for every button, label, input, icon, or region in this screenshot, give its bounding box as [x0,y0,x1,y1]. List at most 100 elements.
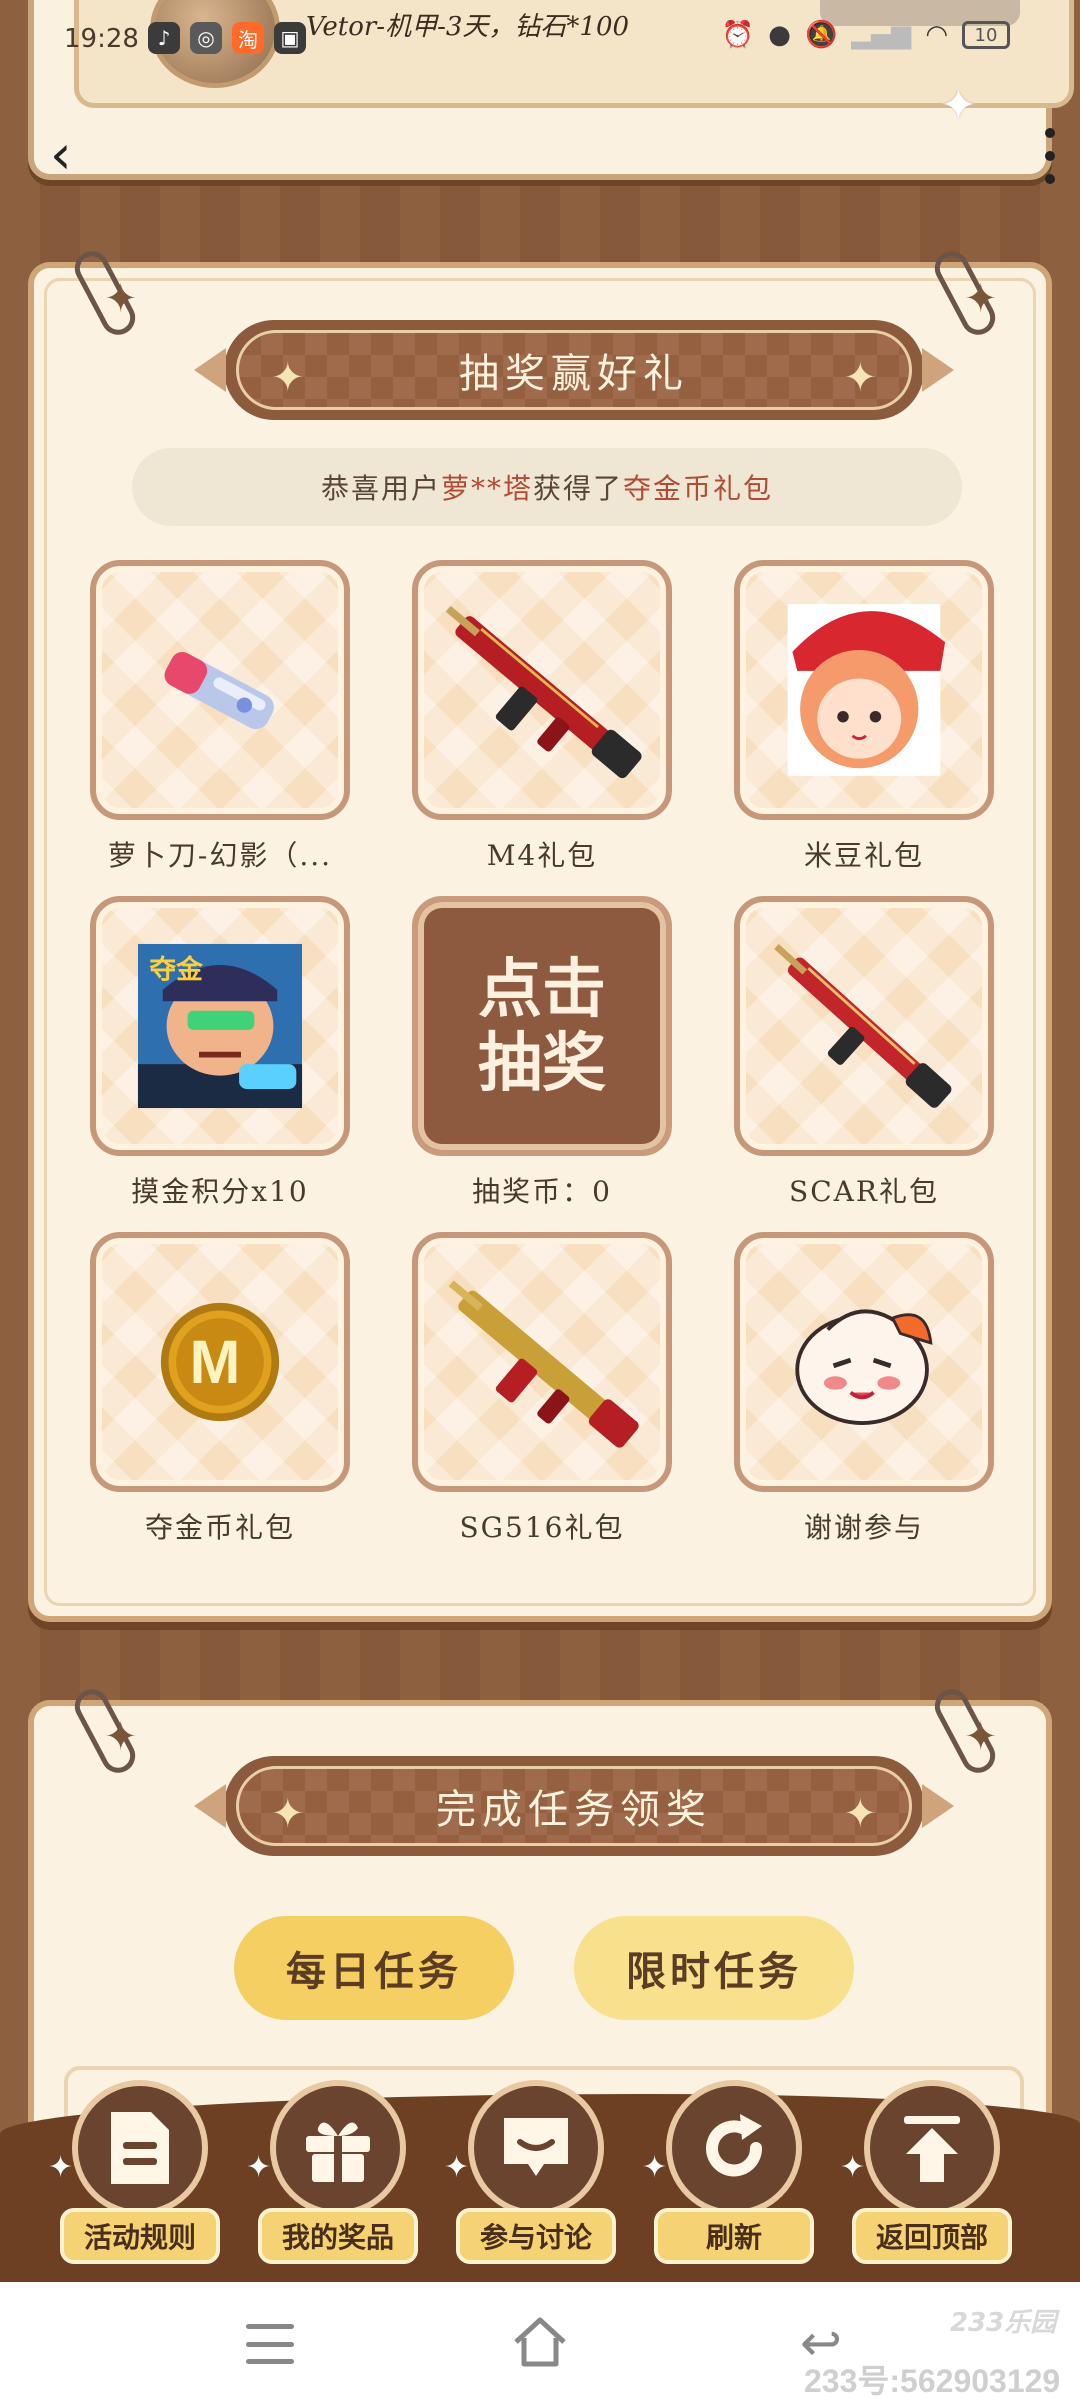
recent-apps-icon[interactable] [246,2324,294,2364]
taobao-icon: 淘 [232,22,264,54]
ticker-prize: 夺金币礼包 [623,472,774,505]
alarm-icon: ⏰ [721,20,755,50]
lottery-title: 抽奖赢好礼 [459,351,689,397]
float-circle [72,2080,208,2216]
draw-button-text: 点击抽奖 [478,953,606,1099]
game-avatar-icon: 夺金 [137,943,303,1109]
tiktok-icon: ♪ [148,22,180,54]
lottery-banner: ✦ 抽奖赢好礼 ✦ [194,320,954,420]
rifle-icon [448,1280,639,1448]
star-icon: ✦ [271,1791,305,1837]
more-button[interactable] [1040,128,1060,184]
refresh-button[interactable]: 刷新 ✦ [642,2080,814,2280]
gift-icon [306,2122,370,2182]
mascot-icon [795,1309,933,1425]
float-circle [666,2080,802,2216]
float-circle [864,2080,1000,2216]
ticker-prefix: 恭喜用户 [320,472,441,505]
wifi-icon: ◠ [925,20,948,50]
status-app-icons: ♪ ◎ 淘 ▣ [148,22,306,54]
float-circle [468,2080,604,2216]
prize-box [90,560,350,820]
signal-icon: ▂▄▆ [851,20,912,50]
prize-item: 夺金 摸金积分x10 [90,896,350,1210]
knife-icon [164,652,274,730]
float-label: 活动规则 [60,2208,220,2264]
watermark-id: 233号:562903129 [804,2363,1061,2399]
ticker-user: 萝**塔 [440,472,533,505]
float-circle [270,2080,406,2216]
prize-label: 谢谢参与 [803,1511,924,1544]
prize-item: 米豆礼包 [734,560,994,874]
safety-pin-icon: ✦ [928,245,1004,341]
prize-item: SG516礼包 [412,1232,672,1546]
prize-label: 摸金积分x10 [131,1175,309,1208]
floating-menu: 活动规则 ✦ 我的奖品 ✦ 参与讨论 ✦ 刷新 ✦ 返回顶部 ✦ [48,2080,1020,2280]
prize-item: SCAR礼包 [734,896,994,1210]
prize-box [412,560,672,820]
prize-item: 点击抽奖 抽奖币：0 [412,896,672,1210]
float-label: 刷新 [654,2208,814,2264]
character-icon [787,604,946,776]
task-banner: ✦ 完成任务领奖 ✦ [194,1756,954,1856]
prize-label: SG516礼包 [459,1511,625,1544]
prize-label: SCAR礼包 [789,1175,939,1208]
watermark-logo: 233乐园 [950,2308,1057,2338]
headset-icon: ◎ [190,22,222,54]
notification-text: Vetor-机甲-3天，钻石*100 [306,12,630,42]
prize-label: 米豆礼包 [803,839,924,872]
prize-label: 萝卜刀-幻影（... [107,839,333,872]
float-label: 参与讨论 [456,2208,616,2264]
float-label: 我的奖品 [258,2208,418,2264]
draw-coin-count: 抽奖币：0 [472,1175,612,1208]
safety-pin-icon: ✦ [68,1683,144,1779]
star-icon: ✦ [271,355,305,401]
task-title: 完成任务领奖 [436,1787,712,1833]
prize-box [734,896,994,1156]
status-right: ⏰ ● 🔕 ▂▄▆ ◠ 10 [722,20,1010,50]
activity-rules-button[interactable]: 活动规则 ✦ [48,2080,220,2280]
prize-label: 夺金币礼包 [144,1511,295,1544]
star-icon: ✦ [843,1791,877,1837]
winner-ticker: 恭喜用户 萝**塔 获得了 夺金币礼包 [132,448,962,526]
back-button[interactable]: ‹ [50,125,90,185]
daily-task-button[interactable]: 每日任务 [234,1916,514,2020]
sparkle-icon: ✦ [48,2150,74,2185]
mic-icon: ● [768,20,791,50]
lottery-card: ✦ ✦ ✦ 抽奖赢好礼 ✦ 恭喜用户 萝**塔 获得了 夺金币礼包 萝卜刀-幻影… [28,245,1052,1622]
safety-pin-icon: ✦ [68,245,144,341]
battery-icon: 10 [962,21,1010,49]
prize-item: M 夺金币礼包 [90,1232,350,1546]
coin-icon: M [160,1302,280,1422]
rifle-icon [774,944,952,1108]
back-to-top-icon [904,2116,960,2182]
join-discussion-button[interactable]: 参与讨论 ✦ [444,2080,616,2280]
prize-box: M [90,1232,350,1492]
sparkle-icon: ✦ [444,2150,470,2185]
float-label: 返回顶部 [852,2208,1012,2264]
back-to-top-button[interactable]: 返回顶部 ✦ [840,2080,1012,2280]
refresh-icon [706,2114,763,2177]
svg-text:夺金: 夺金 [148,954,203,985]
prize-box [734,560,994,820]
svg-text:M: M [189,1328,240,1396]
draw-button[interactable]: 点击抽奖 [412,896,672,1156]
document-icon [111,2112,169,2184]
chat-icon [504,2118,568,2176]
limited-task-button[interactable]: 限时任务 [574,1916,854,2020]
bag-icon: ▣ [274,22,306,54]
prize-box [412,1232,672,1492]
prize-box [734,1232,994,1492]
sparkle-icon: ✦ [246,2150,272,2185]
prize-item: 萝卜刀-幻影（... [90,560,350,874]
prize-item: 谢谢参与 [734,1232,994,1546]
sparkle-icon: ✦ [940,80,977,131]
prize-item: M4礼包 [412,560,672,874]
status-time: 19:28 [64,24,139,54]
sparkle-icon: ✦ [840,2150,866,2185]
star-icon: ✦ [843,355,877,401]
home-icon[interactable] [510,2312,570,2372]
system-navigation-bar: ↩ 233乐园 233号:562903129 [0,2282,1080,2408]
rifle-icon [445,605,642,779]
my-prizes-button[interactable]: 我的奖品 ✦ [246,2080,418,2280]
